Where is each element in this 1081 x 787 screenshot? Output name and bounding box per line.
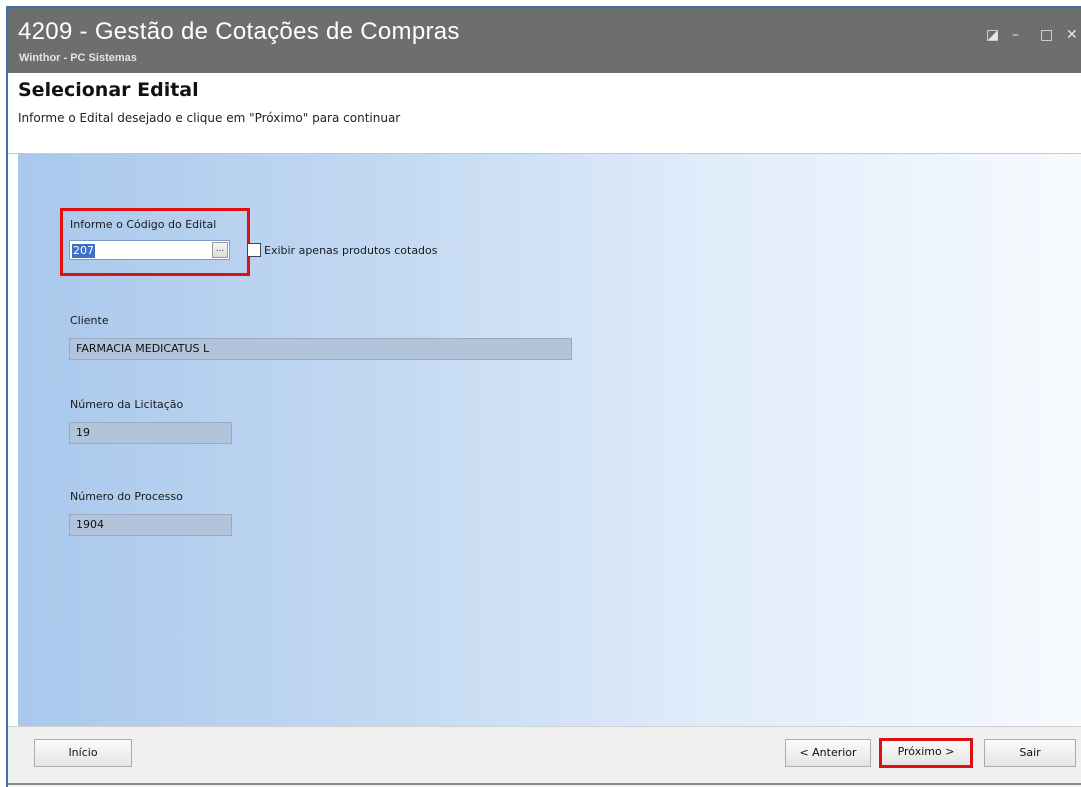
processo-label: Número do Processo xyxy=(70,490,183,503)
exibir-cotados-checkbox[interactable] xyxy=(247,243,261,257)
content-left-margin xyxy=(8,154,18,727)
restore-icon[interactable]: ◪ xyxy=(986,28,999,42)
title-bar[interactable]: 4209 - Gestão de Cotações de Compras Win… xyxy=(8,8,1081,73)
anterior-button[interactable]: < Anterior xyxy=(785,739,871,767)
page-subtitle: Informe o Edital desejado e clique em "P… xyxy=(18,111,401,125)
processo-field: 1904 xyxy=(69,514,232,536)
wizard-footer: Início < Anterior Próximo > Sair xyxy=(8,726,1081,787)
close-icon[interactable]: ✕ xyxy=(1066,28,1078,42)
licitacao-label: Número da Licitação xyxy=(70,398,184,411)
form-panel: Informe o Código do Edital 207 ... Exibi… xyxy=(18,154,1081,727)
sair-button[interactable]: Sair xyxy=(984,739,1076,767)
footer-divider xyxy=(8,783,1081,785)
codigo-label: Informe o Código do Edital xyxy=(70,218,217,231)
cliente-field: FARMACIA MEDICATUS L xyxy=(69,338,572,360)
codigo-edital-value: 207 xyxy=(72,244,95,258)
page-title: Selecionar Edital xyxy=(18,79,199,101)
cliente-label: Cliente xyxy=(70,314,109,327)
app-window: 4209 - Gestão de Cotações de Compras Win… xyxy=(6,6,1081,787)
proximo-button[interactable]: Próximo > xyxy=(879,738,973,768)
app-subtitle: Winthor - PC Sistemas xyxy=(19,52,137,64)
exibir-cotados-label[interactable]: Exibir apenas produtos cotados xyxy=(264,244,438,257)
app-title: 4209 - Gestão de Cotações de Compras xyxy=(18,18,460,45)
lookup-button[interactable]: ... xyxy=(212,242,228,258)
minimize-icon[interactable]: – xyxy=(1012,28,1019,42)
maximize-icon[interactable]: □ xyxy=(1040,28,1053,42)
licitacao-field: 19 xyxy=(69,422,232,444)
wizard-header: Selecionar Edital Informe o Edital desej… xyxy=(8,73,1081,154)
inicio-button[interactable]: Início xyxy=(34,739,132,767)
codigo-edital-input[interactable]: 207 ... xyxy=(69,240,230,260)
